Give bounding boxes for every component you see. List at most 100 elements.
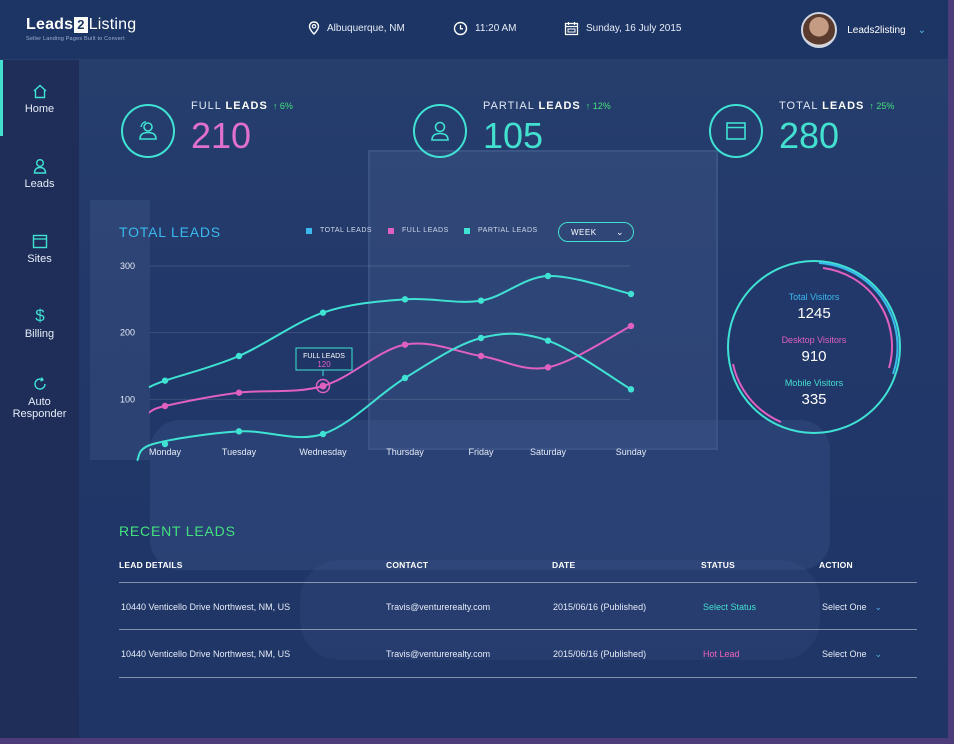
stat-icon-ring: [413, 104, 467, 158]
sidebar-label-sites: Sites: [27, 253, 52, 265]
time-indicator: 11:20 AM: [453, 21, 517, 36]
stat-icon-ring: [709, 104, 763, 158]
lead-action-select[interactable]: Select One ⌄: [822, 649, 882, 660]
frame-border-bottom: [0, 738, 954, 744]
chevron-down-icon: ⌄: [615, 227, 624, 237]
stat-label: PARTIAL LEADS ↑ 12%: [483, 100, 611, 112]
data-point: [627, 322, 635, 330]
legend-swatch: [306, 227, 312, 234]
data-point: [401, 296, 409, 303]
dashboard-frame: Leads 2 Listing Seller Landing Pages Built…: [0, 0, 948, 738]
sidebar-item-home[interactable]: Home: [0, 60, 79, 136]
mobile-visitors-value: 335: [801, 391, 827, 408]
lead-action-label: Select One: [822, 602, 867, 612]
legend-full-leads[interactable]: FULL LEADS: [388, 227, 449, 234]
column-header-action[interactable]: ACTION: [819, 560, 853, 570]
frame-border-right: [948, 0, 954, 744]
lead-details: 10440 Venticello Drive Northwest, NM, US: [121, 602, 291, 612]
stat-total-leads: TOTAL LEADS ↑ 25% 280: [709, 100, 894, 158]
lead-details: 10440 Venticello Drive Northwest, NM, US: [121, 649, 291, 659]
user-menu[interactable]: Leads2listing ⌄: [801, 12, 926, 48]
chevron-down-icon: ⌄: [874, 649, 883, 659]
location-indicator: Albuquerque, NM: [308, 21, 405, 35]
user-icon: [33, 159, 46, 174]
data-point: [544, 364, 552, 371]
stat-label: TOTAL LEADS ↑ 25%: [779, 100, 895, 112]
stat-icon-ring: [121, 104, 175, 158]
time-text: 11:20 AM: [475, 23, 517, 34]
total-visitors-value: 1245: [797, 305, 831, 322]
logo[interactable]: Leads 2 Listing Seller Landing Pages Built…: [26, 16, 136, 42]
clock-icon: [453, 21, 468, 36]
lead-action-select[interactable]: Select One ⌄: [822, 602, 882, 613]
legend-total-leads[interactable]: TOTAL LEADS: [306, 227, 372, 234]
table-divider: [119, 629, 917, 630]
sidebar-label-home: Home: [24, 103, 55, 115]
y-tick-label: 200: [120, 328, 135, 338]
stat-value: 210: [191, 115, 252, 156]
chevron-down-icon[interactable]: ⌄: [918, 25, 926, 36]
total-visitors: Total Visitors 1245: [721, 292, 907, 322]
sidebar-item-billing[interactable]: $ Billing: [0, 306, 79, 340]
lead-contact[interactable]: Travis@venturerealty.com: [386, 649, 490, 659]
stat-label: FULL LEADS ↑ 6%: [191, 100, 293, 112]
column-header-contact[interactable]: CONTACT: [386, 560, 428, 570]
legend-label: TOTAL LEADS: [320, 227, 373, 234]
data-point: [235, 352, 243, 360]
stat-value: 280: [779, 115, 840, 156]
sidebar-item-sites[interactable]: Sites: [0, 234, 79, 265]
logo-text-listing: Listing: [88, 16, 137, 33]
y-tick-label: 100: [120, 394, 135, 404]
series-line-total-leads: [148, 274, 632, 389]
stat-partial-leads: PARTIAL LEADS ↑ 12% 105: [413, 100, 611, 158]
username[interactable]: Leads2listing: [847, 25, 905, 36]
table-divider: [119, 582, 917, 583]
legend-label: PARTIAL LEADS: [478, 227, 538, 234]
period-select-value: WEEK: [571, 227, 597, 237]
data-point: [544, 337, 552, 344]
tooltip-value: 120: [317, 360, 331, 369]
top-header: Leads 2 Listing Seller Landing Pages Built…: [0, 0, 948, 60]
data-point: [235, 389, 243, 396]
data-point: [235, 428, 243, 435]
user-icon: [431, 121, 449, 141]
sidebar-item-leads[interactable]: Leads: [0, 158, 79, 190]
mobile-visitors: Mobile Visitors 335: [721, 378, 907, 408]
x-tick-label: Friday: [468, 447, 494, 457]
data-point: [401, 374, 409, 382]
avatar[interactable]: [801, 12, 838, 48]
logo-text-two: 2: [74, 17, 88, 33]
map-pin-icon: [308, 21, 320, 35]
data-point: [627, 290, 635, 298]
desktop-visitors-label: Desktop Visitors: [781, 335, 847, 345]
lead-status-select[interactable]: Hot Lead: [703, 649, 740, 659]
sidebar-item-autoresponder[interactable]: Auto Responder: [0, 376, 79, 420]
chevron-down-icon: ⌄: [874, 602, 883, 612]
sidebar-label-billing: Billing: [24, 328, 55, 340]
sidebar-label-leads: Leads: [24, 178, 55, 190]
column-header-status[interactable]: STATUS: [701, 560, 735, 570]
x-tick-label: Tuesday: [222, 447, 257, 457]
mobile-visitors-label: Mobile Visitors: [784, 378, 844, 388]
data-point: [477, 297, 485, 304]
x-tick-label: Thursday: [386, 447, 424, 457]
total-visitors-label: Total Visitors: [788, 292, 840, 302]
line-chart: 300 200 100 Monday Tuesday Wednesday Thursday F…: [120, 261, 647, 462]
legend-partial-leads[interactable]: PARTIAL LEADS: [464, 227, 538, 234]
x-tick-label: Saturday: [530, 447, 567, 457]
desktop-visitors: Desktop Visitors 910: [721, 335, 907, 365]
desktop-visitors-value: 910: [801, 348, 827, 365]
column-header-date[interactable]: DATE: [552, 560, 575, 570]
lead-contact[interactable]: Travis@venturerealty.com: [386, 602, 490, 612]
date-indicator: Sunday, 16 July 2015: [564, 21, 681, 36]
browser-icon: [32, 234, 47, 249]
legend-label: FULL LEADS: [402, 227, 449, 234]
data-point: [161, 440, 169, 448]
sidebar: Home Leads Sites $ Billing Auto Responde…: [0, 60, 79, 738]
period-select[interactable]: WEEK ⌄: [558, 222, 634, 242]
column-header-lead-details[interactable]: LEAD DETAILS: [119, 560, 183, 570]
visitors-circle: Total Visitors 1245 Desktop Visitors 910…: [721, 254, 907, 440]
lead-status-select[interactable]: Select Status: [703, 602, 756, 612]
calendar-icon: [564, 22, 579, 36]
logo-wordmark: Leads 2 Listing: [26, 16, 136, 34]
